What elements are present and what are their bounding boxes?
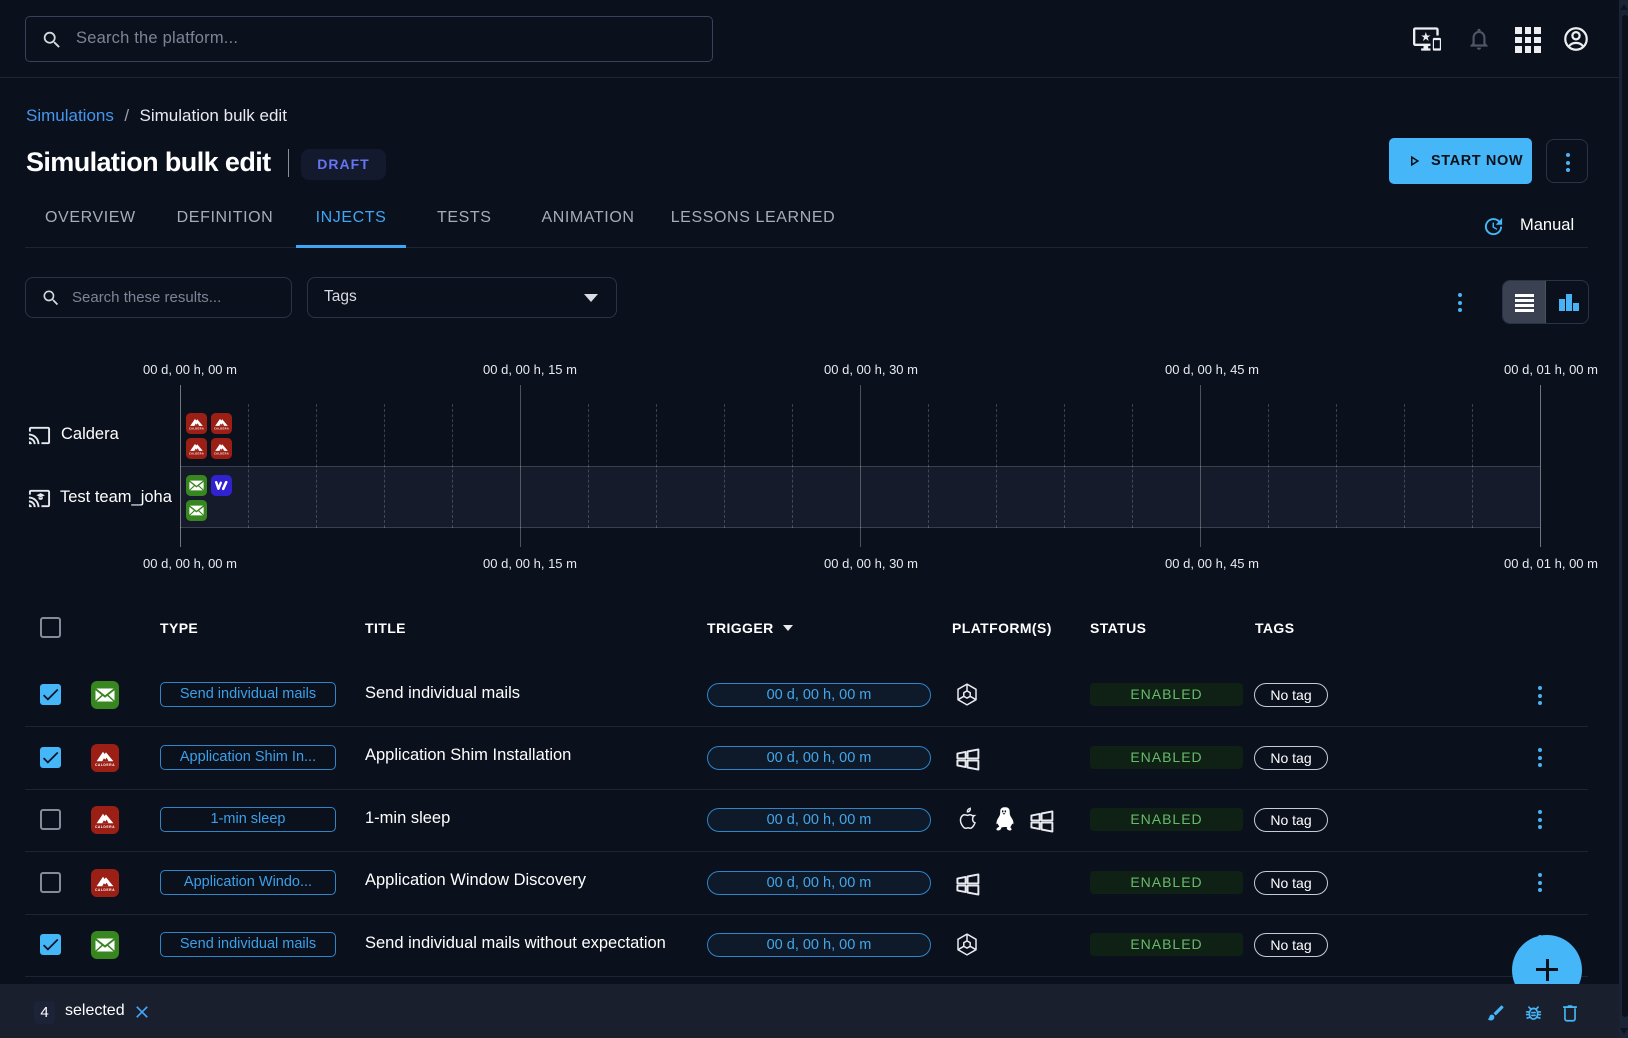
svg-text:CALDERA: CALDERA — [95, 825, 115, 829]
svg-text:CALDERA: CALDERA — [214, 426, 229, 430]
svg-text:CALDERA: CALDERA — [95, 888, 115, 892]
svg-text:CALDERA: CALDERA — [189, 451, 204, 455]
svg-text:CALDERA: CALDERA — [189, 426, 204, 430]
svg-text:CALDERA: CALDERA — [95, 763, 115, 767]
svg-text:CALDERA: CALDERA — [214, 451, 229, 455]
